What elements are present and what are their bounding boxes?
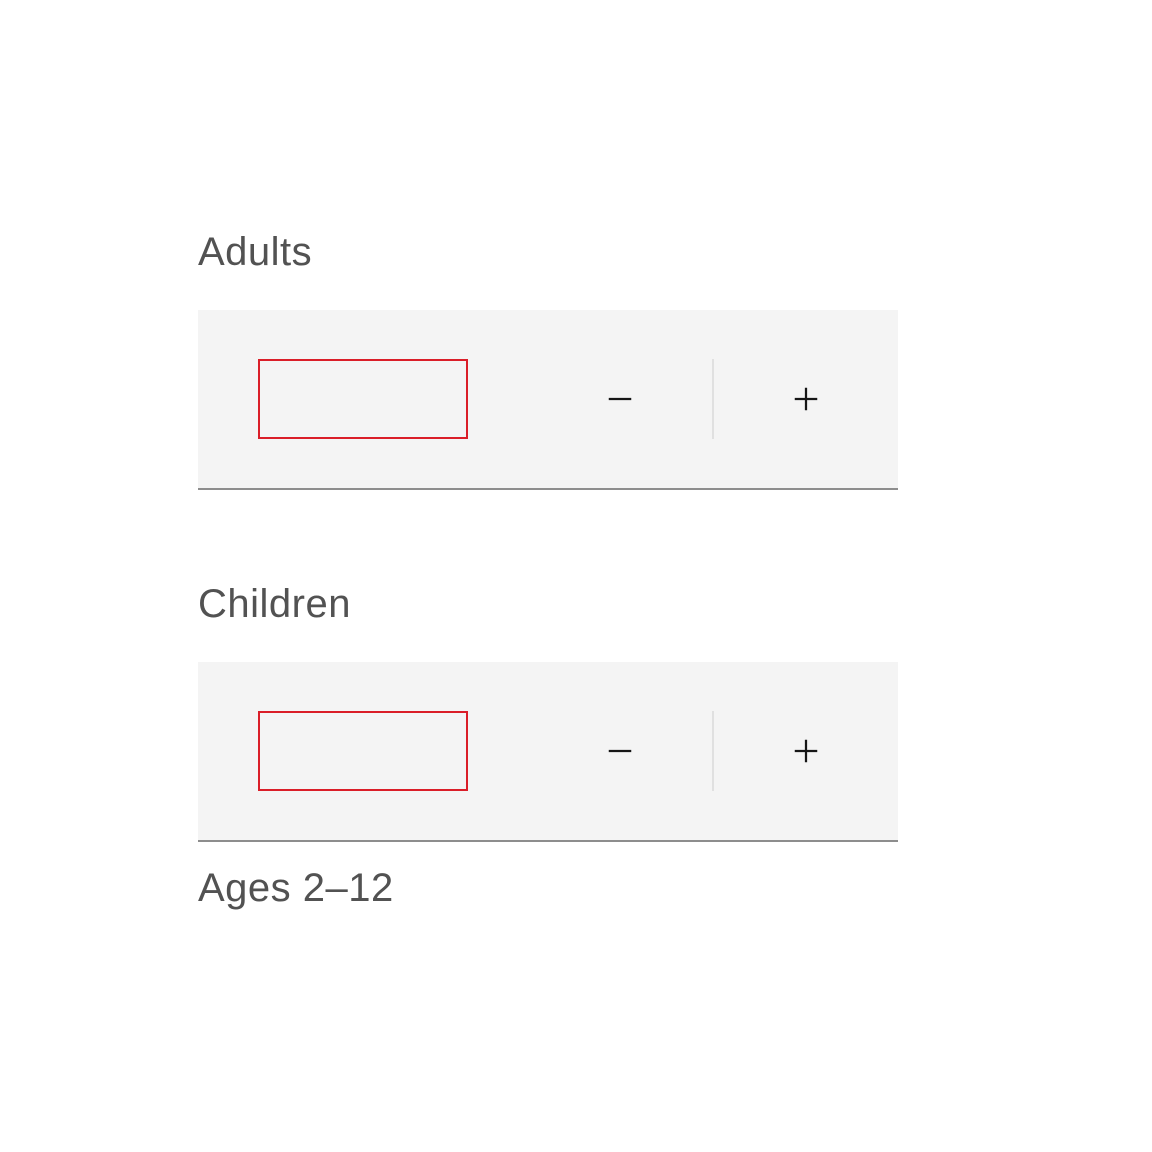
adults-stepper-row: [198, 310, 898, 490]
minus-icon: [602, 733, 638, 769]
children-label: Children: [198, 582, 898, 627]
children-decrement-button[interactable]: [528, 662, 712, 840]
children-helper-text: Ages 2–12: [198, 866, 898, 911]
plus-icon: [788, 733, 824, 769]
adults-increment-button[interactable]: [714, 310, 898, 488]
adults-decrement-button[interactable]: [528, 310, 712, 488]
plus-icon: [788, 381, 824, 417]
children-increment-button[interactable]: [714, 662, 898, 840]
children-field-group: Children Ages 2–12: [198, 582, 898, 911]
children-button-area: [528, 662, 898, 840]
adults-button-area: [528, 310, 898, 488]
minus-icon: [602, 381, 638, 417]
adults-field-group: Adults: [198, 230, 898, 490]
stepper-container: Adults Children: [198, 230, 898, 911]
children-input[interactable]: [258, 711, 468, 791]
adults-input[interactable]: [258, 359, 468, 439]
adults-label: Adults: [198, 230, 898, 275]
children-stepper-row: [198, 662, 898, 842]
